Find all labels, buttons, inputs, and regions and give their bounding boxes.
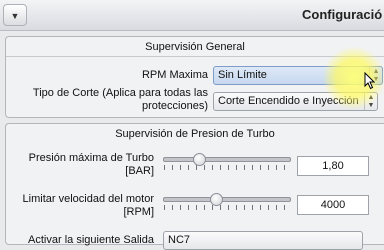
speed-limit-input[interactable]: 4000 (297, 195, 369, 215)
chevron-updown-icon: ▲ ▼ (364, 93, 377, 110)
cut-type-value: Corte Encendido e Inyección (218, 95, 359, 107)
turbo-pressure-label: Presión máxima de Turbo [BAR] (28, 152, 154, 177)
speed-limit-slider[interactable] (163, 197, 291, 202)
turbo-supervision-panel: Supervisión de Presion de Turbo Presión … (5, 123, 384, 250)
mouse-pointer-icon (364, 72, 375, 90)
output-label: Activar la siguiente Salida (28, 234, 154, 246)
general-supervision-panel: Supervisión General RPM Maxima Sin Límit… (5, 36, 384, 118)
window-title: Configuració (302, 7, 383, 22)
rpm-max-select[interactable]: Sin Límite ▲ ▼ (213, 66, 383, 85)
window-menu-button[interactable]: ▼ (3, 4, 27, 26)
output-select[interactable]: NC7 (163, 231, 363, 250)
turbo-section-title: Supervisión de Presion de Turbo (115, 128, 275, 140)
turbo-pressure-slider-thumb[interactable] (192, 153, 206, 166)
cut-type-select[interactable]: Corte Encendido e Inyección ▲ ▼ (213, 92, 378, 111)
title-bar: ▼ Configuració (0, 0, 384, 31)
output-value: NC7 (168, 234, 191, 246)
turbo-pressure-input[interactable]: 1,80 (297, 156, 369, 176)
cut-type-label: Tipo de Corte (Aplica para todas las pro… (32, 87, 208, 112)
general-section-title: Supervisión General (6, 41, 384, 57)
rpm-max-value: Sin Límite (218, 69, 267, 81)
turbo-pressure-slider[interactable] (163, 157, 291, 162)
speed-limit-ticks (164, 205, 290, 210)
chevron-down-icon: ▼ (10, 11, 20, 21)
speed-limit-label: Limitar velocidad del motor [RPM] (22, 193, 154, 218)
rpm-max-label: RPM Maxima (141, 69, 208, 81)
turbo-pressure-ticks (164, 165, 290, 170)
